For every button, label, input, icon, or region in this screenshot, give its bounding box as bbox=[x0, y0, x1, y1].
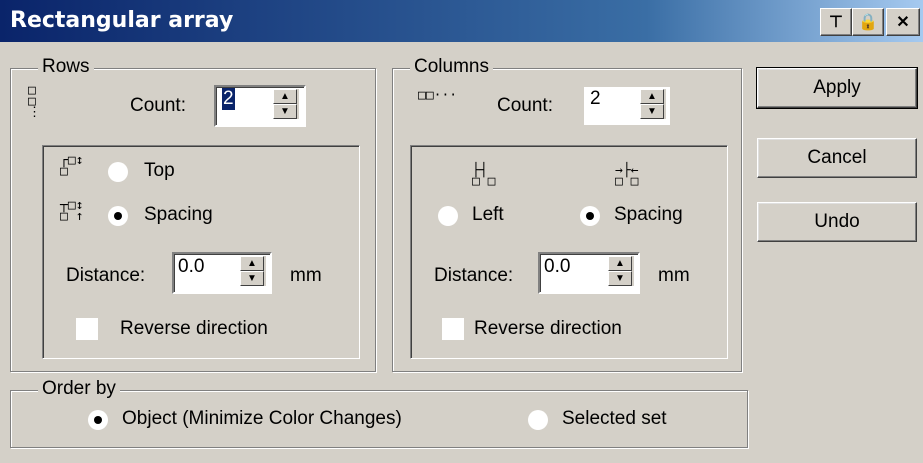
close-icon[interactable]: ✕ bbox=[886, 8, 920, 36]
spin-up-icon[interactable]: ▲ bbox=[640, 89, 664, 104]
columns-reverse-label: Reverse direction bbox=[474, 318, 622, 339]
pin-icon[interactable]: ⊤ bbox=[820, 8, 852, 36]
apply-button[interactable]: Apply bbox=[756, 67, 918, 109]
spin-down-icon[interactable]: ▼ bbox=[608, 271, 632, 286]
columns-count-label: Count: bbox=[497, 95, 553, 116]
columns-reverse-checkbox[interactable] bbox=[442, 318, 464, 340]
columns-distance-stepper[interactable]: ▲ ▼ bbox=[608, 256, 634, 286]
rows-top-icon: ┌□↕ □ bbox=[60, 153, 84, 179]
rows-unit-label: mm bbox=[290, 265, 322, 286]
window-title: Rectangular array bbox=[10, 8, 234, 33]
columns-distance-value[interactable]: 0.0 bbox=[544, 256, 570, 278]
order-object-radio[interactable] bbox=[88, 410, 108, 430]
rows-count-label: Count: bbox=[130, 95, 186, 116]
rows-reverse-label: Reverse direction bbox=[120, 318, 268, 339]
columns-count-value[interactable]: 2 bbox=[590, 88, 601, 110]
columns-spacing-radio[interactable] bbox=[580, 206, 600, 226]
spin-up-icon[interactable]: ▲ bbox=[273, 89, 297, 104]
spin-down-icon[interactable]: ▼ bbox=[273, 104, 297, 119]
rows-group-label: Rows bbox=[38, 56, 94, 78]
order-selected-radio[interactable] bbox=[528, 410, 548, 430]
rows-count-icon: □ □ ⋮ bbox=[28, 83, 41, 120]
order-object-label: Object (Minimize Color Changes) bbox=[122, 408, 402, 429]
columns-spacing-icon: →├← □ □ bbox=[615, 163, 639, 189]
rows-spacing-icon: ┬□↕ □ ↑ bbox=[60, 198, 84, 224]
columns-count-icon: □□··· bbox=[418, 88, 458, 103]
rows-top-label: Top bbox=[144, 160, 175, 181]
columns-unit-label: mm bbox=[658, 265, 690, 286]
columns-left-radio[interactable] bbox=[438, 206, 458, 226]
rows-spacing-radio[interactable] bbox=[108, 206, 128, 226]
columns-distance-label: Distance: bbox=[434, 265, 514, 286]
rows-count-stepper[interactable]: ▲ ▼ bbox=[273, 89, 299, 119]
undo-button[interactable]: Undo bbox=[757, 202, 917, 242]
rows-distance-stepper[interactable]: ▲ ▼ bbox=[240, 256, 266, 286]
rows-reverse-checkbox[interactable] bbox=[76, 318, 98, 340]
rows-distance-label: Distance: bbox=[66, 265, 146, 286]
rows-top-radio[interactable] bbox=[108, 162, 128, 182]
order-selected-label: Selected set bbox=[562, 408, 667, 429]
rows-spacing-label: Spacing bbox=[144, 204, 213, 225]
rows-count-value[interactable]: 2 bbox=[222, 88, 235, 110]
columns-group-label: Columns bbox=[410, 56, 493, 78]
spin-up-icon[interactable]: ▲ bbox=[608, 256, 632, 271]
columns-left-label: Left bbox=[472, 204, 504, 225]
columns-left-icon: ├┤ □ □ bbox=[472, 163, 496, 189]
cancel-button[interactable]: Cancel bbox=[757, 138, 917, 178]
rows-distance-value[interactable]: 0.0 bbox=[178, 256, 204, 278]
lock-icon[interactable]: 🔒 bbox=[852, 8, 884, 36]
columns-count-stepper[interactable]: ▲ ▼ bbox=[640, 89, 666, 119]
order-by-label: Order by bbox=[38, 378, 120, 400]
spin-up-icon[interactable]: ▲ bbox=[240, 256, 264, 271]
spin-down-icon[interactable]: ▼ bbox=[640, 104, 664, 119]
columns-spacing-label: Spacing bbox=[614, 204, 683, 225]
spin-down-icon[interactable]: ▼ bbox=[240, 271, 264, 286]
